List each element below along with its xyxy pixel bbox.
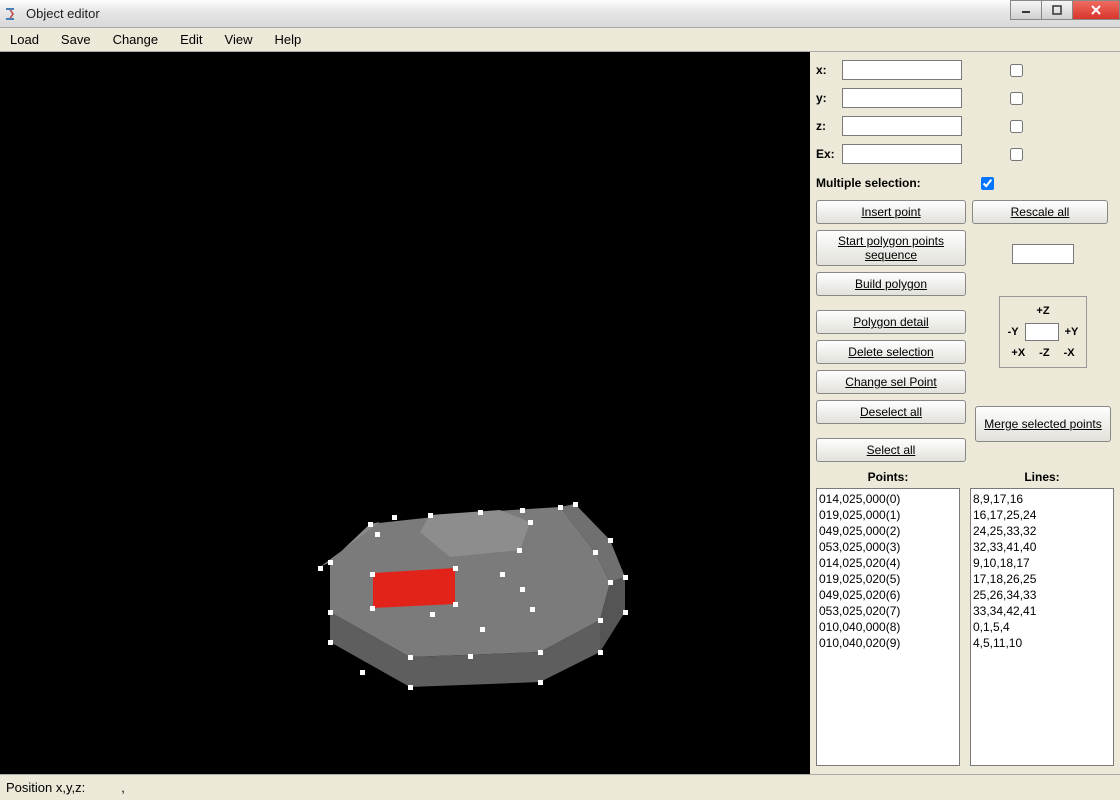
app-icon [4, 6, 20, 22]
points-header: Points: [816, 470, 960, 484]
list-item[interactable]: 053,025,000(3) [819, 539, 957, 555]
menu-bar: Load Save Change Edit View Help [0, 28, 1120, 52]
list-item[interactable]: 053,025,020(7) [819, 603, 957, 619]
nav-minus-y[interactable]: -Y [1008, 326, 1019, 338]
menu-load[interactable]: Load [6, 30, 43, 49]
y-checkbox[interactable] [1010, 92, 1023, 105]
list-item[interactable]: 16,17,25,24 [973, 507, 1111, 523]
deselect-all-button[interactable]: Deselect all [816, 400, 966, 424]
list-item[interactable]: 014,025,020(4) [819, 555, 957, 571]
z-label: z: [816, 119, 842, 133]
start-polygon-button[interactable]: Start polygon points sequence [816, 230, 966, 266]
maximize-button[interactable] [1041, 0, 1073, 20]
list-item[interactable]: 9,10,18,17 [973, 555, 1111, 571]
menu-change[interactable]: Change [109, 30, 163, 49]
list-item[interactable]: 17,18,26,25 [973, 571, 1111, 587]
list-item[interactable]: 019,025,000(1) [819, 507, 957, 523]
select-all-button[interactable]: Select all [816, 438, 966, 462]
x-label: x: [816, 63, 842, 77]
points-listbox[interactable]: 014,025,000(0)019,025,000(1)049,025,000(… [816, 488, 960, 766]
menu-view[interactable]: View [221, 30, 257, 49]
build-polygon-button[interactable]: Build polygon [816, 272, 966, 296]
ex-input[interactable] [842, 144, 962, 164]
list-item[interactable]: 8,9,17,16 [973, 491, 1111, 507]
list-item[interactable]: 0,1,5,4 [973, 619, 1111, 635]
status-label: Position x,y,z: [6, 780, 85, 795]
z-checkbox[interactable] [1010, 120, 1023, 133]
polygon-detail-button[interactable]: Polygon detail [816, 310, 966, 334]
ex-label: Ex: [816, 147, 842, 161]
nav-plus-z[interactable]: +Z [1036, 305, 1049, 317]
status-value: , [121, 780, 125, 795]
nav-minus-z[interactable]: -Z [1039, 347, 1049, 359]
y-label: y: [816, 91, 842, 105]
close-button[interactable] [1072, 0, 1120, 20]
list-item[interactable]: 049,025,020(6) [819, 587, 957, 603]
delete-selection-button[interactable]: Delete selection [816, 340, 966, 364]
lines-header: Lines: [970, 470, 1114, 484]
list-item[interactable]: 010,040,000(8) [819, 619, 957, 635]
status-bar: Position x,y,z: , [0, 774, 1120, 800]
viewport-3d[interactable] [0, 52, 810, 774]
nav-minus-x[interactable]: -X [1064, 347, 1075, 359]
multiple-selection-label: Multiple selection: [816, 176, 921, 190]
minimize-button[interactable] [1010, 0, 1042, 20]
window-controls [1011, 0, 1120, 20]
list-item[interactable]: 33,34,42,41 [973, 603, 1111, 619]
lines-listbox[interactable]: 8,9,17,1616,17,25,2424,25,33,3232,33,41,… [970, 488, 1114, 766]
ex-checkbox[interactable] [1010, 148, 1023, 161]
side-panel: x: y: z: Ex: Multiple selection: Insert … [810, 52, 1120, 774]
list-item[interactable]: 24,25,33,32 [973, 523, 1111, 539]
list-item[interactable]: 049,025,000(2) [819, 523, 957, 539]
rescale-all-button[interactable]: Rescale all [972, 200, 1108, 224]
multiple-selection-checkbox[interactable] [981, 177, 994, 190]
menu-help[interactable]: Help [270, 30, 305, 49]
list-item[interactable]: 014,025,000(0) [819, 491, 957, 507]
rescale-input[interactable] [1012, 244, 1074, 264]
list-item[interactable]: 4,5,11,10 [973, 635, 1111, 651]
nav-plus-y[interactable]: +Y [1065, 326, 1079, 338]
z-input[interactable] [842, 116, 962, 136]
list-item[interactable]: 010,040,020(9) [819, 635, 957, 651]
nav-value-input[interactable] [1025, 323, 1059, 341]
x-checkbox[interactable] [1010, 64, 1023, 77]
menu-save[interactable]: Save [57, 30, 95, 49]
nav-grid: +Z -Y +Y +X -Z -X [999, 296, 1088, 368]
change-sel-point-button[interactable]: Change sel Point [816, 370, 966, 394]
x-input[interactable] [842, 60, 962, 80]
y-input[interactable] [842, 88, 962, 108]
list-item[interactable]: 32,33,41,40 [973, 539, 1111, 555]
list-item[interactable]: 019,025,020(5) [819, 571, 957, 587]
title-bar: Object editor [0, 0, 1120, 28]
insert-point-button[interactable]: Insert point [816, 200, 966, 224]
menu-edit[interactable]: Edit [176, 30, 206, 49]
nav-plus-x[interactable]: +X [1011, 347, 1025, 359]
merge-selected-button[interactable]: Merge selected points [975, 406, 1111, 442]
list-item[interactable]: 25,26,34,33 [973, 587, 1111, 603]
window-title: Object editor [26, 6, 100, 21]
